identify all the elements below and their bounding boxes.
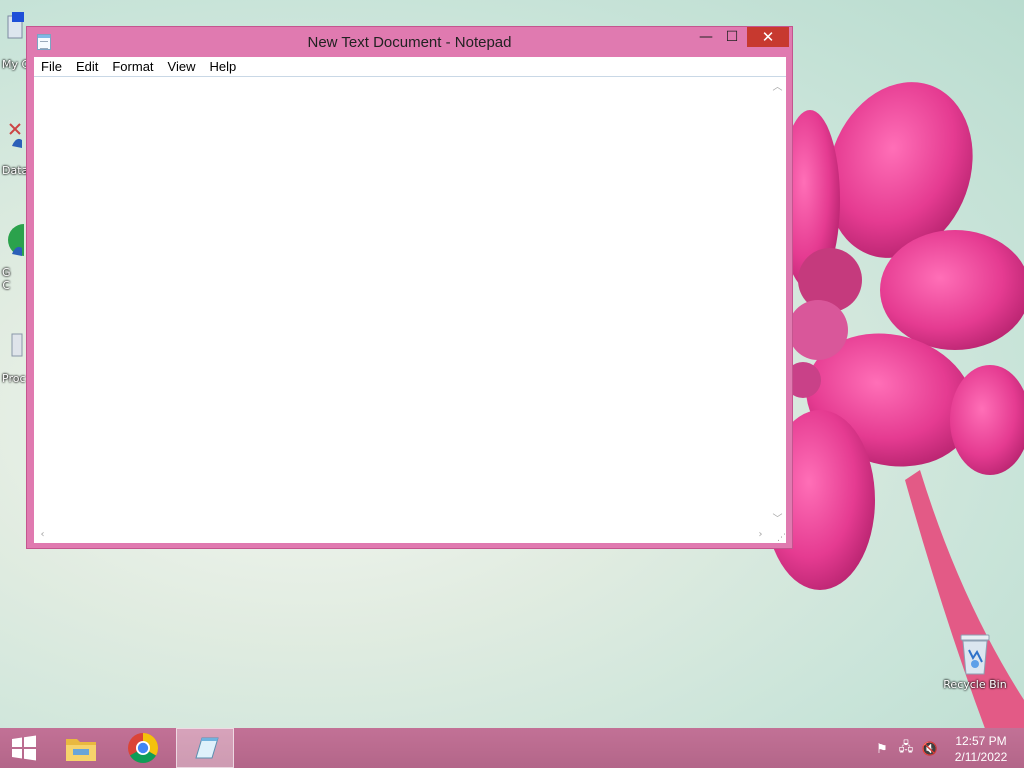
clock-time: 12:57 PM	[955, 734, 1007, 748]
speaker-muted-icon[interactable]: 🔇	[921, 740, 939, 758]
action-center-flag-icon[interactable]: ⚑	[873, 740, 891, 758]
notepad-window[interactable]: New Text Document - Notepad — ☐ ✕ File E…	[26, 26, 793, 549]
folder-icon	[66, 739, 96, 761]
editor-area: ︿ ﹀ ‹ › ⋰	[34, 77, 786, 543]
resize-grip-icon[interactable]: ⋰	[769, 526, 786, 543]
network-icon[interactable]: 🖧	[897, 740, 915, 758]
database-shortcut-icon	[9, 123, 22, 148]
menu-bar: File Edit Format View Help	[34, 57, 786, 77]
program-shortcut-icon	[11, 333, 23, 357]
scroll-up-icon[interactable]: ︿	[769, 77, 786, 94]
computer-icon	[7, 12, 24, 39]
desktop-icon-label: Recycle Bin	[943, 678, 1007, 691]
windows-logo-icon	[12, 735, 36, 761]
taskbar-file-explorer[interactable]	[58, 728, 104, 768]
title-bar[interactable]: New Text Document - Notepad — ☐ ✕	[27, 27, 792, 57]
minimize-button[interactable]: —	[693, 27, 719, 47]
taskbar	[0, 728, 1024, 768]
chrome-shortcut-icon	[8, 224, 40, 256]
close-button[interactable]: ✕	[747, 27, 789, 47]
menu-format[interactable]: Format	[105, 57, 160, 77]
start-button[interactable]	[0, 728, 48, 768]
horizontal-scrollbar[interactable]: ‹ ›	[34, 526, 769, 543]
close-icon: ✕	[761, 28, 775, 46]
desktop-icon-label: Data	[2, 164, 29, 177]
taskbar-chrome[interactable]	[118, 728, 168, 768]
scroll-left-icon[interactable]: ‹	[34, 526, 51, 543]
taskbar-notepad[interactable]	[176, 728, 234, 768]
vertical-scrollbar[interactable]: ︿ ﹀	[769, 77, 786, 526]
scroll-right-icon[interactable]: ›	[752, 526, 769, 543]
desktop-icon-label: Proc	[2, 372, 26, 385]
desktop-icon-label: G C	[2, 266, 11, 292]
menu-view[interactable]: View	[161, 57, 203, 77]
clock-date: 2/11/2022	[954, 750, 1008, 764]
menu-file[interactable]: File	[34, 57, 69, 77]
taskbar-clock[interactable]: 12:57 PM 2/11/2022	[944, 733, 1018, 765]
notepad-icon	[195, 737, 219, 759]
window-title: New Text Document - Notepad	[307, 34, 512, 51]
maximize-icon: ☐	[725, 29, 739, 45]
menu-edit[interactable]: Edit	[69, 57, 105, 77]
scroll-down-icon[interactable]: ﹀	[769, 509, 786, 526]
menu-help[interactable]: Help	[202, 57, 243, 77]
desktop-icon-recycle-bin[interactable]: Recycle Bin	[940, 632, 1010, 691]
chrome-icon	[128, 732, 158, 764]
text-editor[interactable]	[34, 77, 769, 526]
minimize-icon: —	[699, 29, 713, 45]
recycle-bin-icon	[960, 634, 990, 675]
maximize-button[interactable]: ☐	[719, 27, 745, 47]
